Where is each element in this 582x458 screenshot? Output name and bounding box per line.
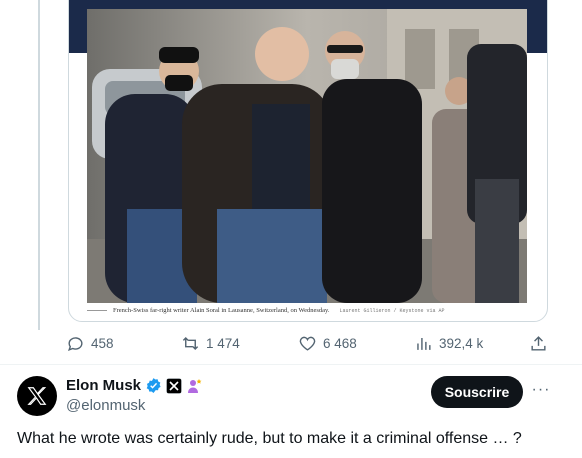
article-photo[interactable] bbox=[87, 9, 527, 303]
person-star-badge-icon[interactable] bbox=[186, 378, 202, 394]
article-caption-row: French-Swiss far-right writer Alain Sora… bbox=[87, 307, 531, 314]
thread-line bbox=[38, 0, 40, 330]
more-options-icon[interactable]: ··· bbox=[530, 380, 552, 400]
tweet-text: What he wrote was certainly rude, but to… bbox=[17, 430, 522, 447]
x-logo-icon bbox=[27, 387, 47, 405]
views-action[interactable]: 392,4 k bbox=[414, 334, 483, 353]
reply-action[interactable]: 458 bbox=[66, 334, 114, 353]
author-name[interactable]: Elon Musk bbox=[66, 377, 141, 394]
photo-credit: Laurent Gillieron / Keystone via AP bbox=[339, 307, 445, 314]
share-icon bbox=[531, 336, 546, 351]
author-name-row: Elon Musk bbox=[66, 377, 202, 394]
subscribe-button[interactable]: Souscrire bbox=[431, 376, 523, 408]
quoted-article-card[interactable]: French-Swiss far-right writer Alain Sora… bbox=[68, 0, 548, 322]
repost-action[interactable]: 1 474 bbox=[181, 334, 240, 353]
like-action[interactable]: 6 468 bbox=[298, 334, 357, 353]
share-action[interactable] bbox=[529, 334, 548, 353]
author-handle[interactable]: @elonmusk bbox=[66, 397, 145, 414]
views-count: 392,4 k bbox=[439, 336, 484, 351]
article-caption: French-Swiss far-right writer Alain Sora… bbox=[113, 307, 330, 314]
caption-rule bbox=[87, 310, 107, 311]
x-affiliate-badge-icon[interactable] bbox=[166, 377, 182, 394]
avatar[interactable] bbox=[17, 376, 57, 416]
reply-count: 458 bbox=[91, 336, 114, 351]
reply-icon bbox=[67, 337, 83, 352]
repost-count: 1 474 bbox=[206, 336, 240, 351]
like-count: 6 468 bbox=[323, 336, 357, 351]
views-chart-icon bbox=[417, 337, 431, 350]
news-photo-image bbox=[87, 9, 527, 303]
verified-badge-icon bbox=[146, 378, 161, 393]
tweet-divider bbox=[0, 364, 582, 365]
repost-icon bbox=[182, 336, 199, 351]
tweet-action-bar: 458 1 474 6 468 392,4 k bbox=[66, 334, 556, 358]
heart-icon bbox=[299, 336, 316, 351]
